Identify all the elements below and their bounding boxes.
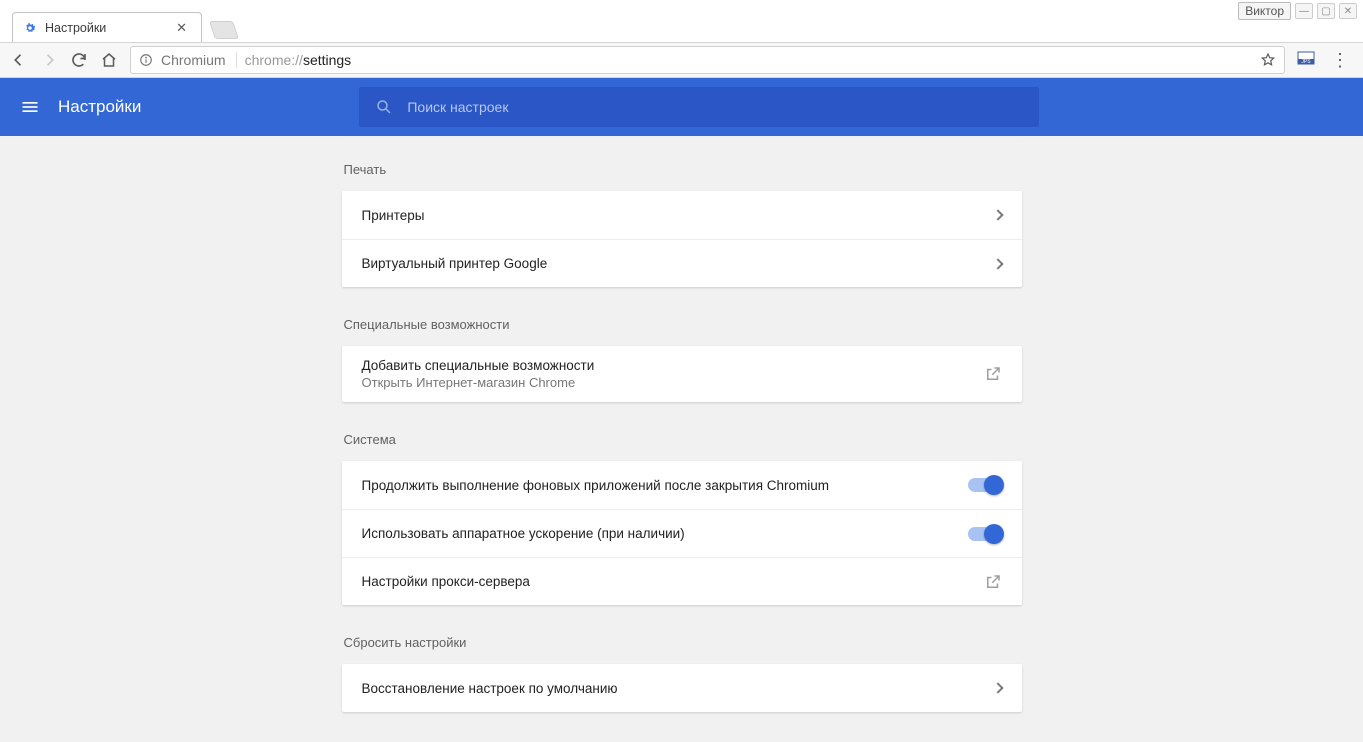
toggle-hardware-accel[interactable] <box>968 527 1002 541</box>
forward-button[interactable] <box>40 51 58 69</box>
row-proxy-settings[interactable]: Настройки прокси-сервера <box>342 557 1022 605</box>
window-minimize-button[interactable]: — <box>1295 3 1313 19</box>
row-title: Принтеры <box>362 208 994 223</box>
settings-search-box[interactable] <box>359 87 1039 127</box>
settings-content: Печать Принтеры Виртуальный принтер Goog… <box>342 136 1022 742</box>
settings-search-input[interactable] <box>407 99 1023 115</box>
row-title: Использовать аппаратное ускорение (при н… <box>362 526 968 541</box>
section-label-system: Система <box>342 432 1022 447</box>
bookmark-star-icon[interactable] <box>1260 52 1276 68</box>
search-icon <box>375 98 393 116</box>
row-hardware-accel[interactable]: Использовать аппаратное ускорение (при н… <box>342 509 1022 557</box>
browser-toolbar: Chromium chrome://settings JPS ⋮ <box>0 42 1363 78</box>
card-reset: Восстановление настроек по умолчанию <box>342 664 1022 712</box>
back-button[interactable] <box>10 51 28 69</box>
tab-title: Настройки <box>45 21 172 35</box>
card-print: Принтеры Виртуальный принтер Google <box>342 191 1022 287</box>
page-title: Настройки <box>58 97 141 117</box>
new-tab-button[interactable] <box>209 21 239 39</box>
section-label-print: Печать <box>342 162 1022 177</box>
browser-menu-button[interactable]: ⋮ <box>1327 50 1353 71</box>
svg-text:JPS: JPS <box>1301 59 1311 65</box>
settings-header: Настройки <box>0 78 1363 136</box>
row-title: Настройки прокси-сервера <box>362 574 984 589</box>
section-label-a11y: Специальные возможности <box>342 317 1022 332</box>
window-maximize-button[interactable]: ▢ <box>1317 3 1335 19</box>
row-printers[interactable]: Принтеры <box>342 191 1022 239</box>
row-title: Добавить специальные возможности <box>362 358 984 373</box>
gear-icon <box>23 21 37 35</box>
row-background-apps[interactable]: Продолжить выполнение фоновых приложений… <box>342 461 1022 509</box>
settings-content-scroll[interactable]: Печать Принтеры Виртуальный принтер Goog… <box>0 136 1363 742</box>
chevron-right-icon <box>994 260 1002 268</box>
toggle-background-apps[interactable] <box>968 478 1002 492</box>
row-subtitle: Открыть Интернет-магазин Chrome <box>362 375 984 390</box>
row-title: Виртуальный принтер Google <box>362 256 994 271</box>
row-cloud-print[interactable]: Виртуальный принтер Google <box>342 239 1022 287</box>
chevron-right-icon <box>994 684 1002 692</box>
os-titlebar: Виктор — ▢ ✕ <box>1238 2 1357 20</box>
row-restore-defaults[interactable]: Восстановление настроек по умолчанию <box>342 664 1022 712</box>
tab-close-icon[interactable]: ✕ <box>172 20 191 36</box>
row-title: Продолжить выполнение фоновых приложений… <box>362 478 968 493</box>
omnibox-origin: Chromium <box>161 52 237 68</box>
hamburger-menu-icon[interactable] <box>20 97 40 117</box>
site-info-icon[interactable] <box>139 53 153 67</box>
chevron-right-icon <box>994 211 1002 219</box>
row-title: Восстановление настроек по умолчанию <box>362 681 994 696</box>
external-link-icon <box>984 573 1002 591</box>
tab-strip: Настройки ✕ <box>0 0 1363 42</box>
row-add-a11y[interactable]: Добавить специальные возможности Открыть… <box>342 346 1022 402</box>
omnibox-url: chrome://settings <box>245 52 352 68</box>
reload-button[interactable] <box>70 51 88 69</box>
card-system: Продолжить выполнение фоновых приложений… <box>342 461 1022 605</box>
external-link-icon <box>984 365 1002 383</box>
os-username: Виктор <box>1238 2 1291 20</box>
extension-jps-icon[interactable]: JPS <box>1297 51 1315 69</box>
window-close-button[interactable]: ✕ <box>1339 3 1357 19</box>
home-button[interactable] <box>100 51 118 69</box>
address-bar[interactable]: Chromium chrome://settings <box>130 46 1285 74</box>
card-a11y: Добавить специальные возможности Открыть… <box>342 346 1022 402</box>
section-label-reset: Сбросить настройки <box>342 635 1022 650</box>
browser-tab-settings[interactable]: Настройки ✕ <box>12 12 202 42</box>
